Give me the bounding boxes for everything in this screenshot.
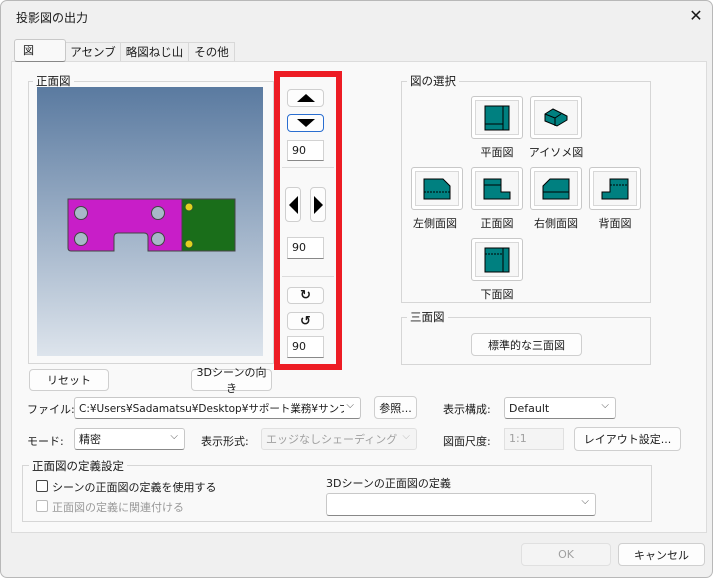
chevron-down-icon: ⌵: [581, 496, 589, 507]
triangle-right-icon: [313, 195, 323, 214]
left-view-button[interactable]: [411, 167, 463, 210]
top-view-label: 平面図: [480, 146, 514, 159]
right-view-icon: [542, 178, 570, 199]
isometric-view-icon: [544, 107, 568, 127]
link-def-checkbox[interactable]: [36, 500, 48, 512]
triangle-down-icon: [296, 119, 315, 127]
bottom-view-icon: [484, 247, 510, 272]
rotate-down-button[interactable]: [287, 114, 324, 132]
front-view-label: 正面図: [480, 217, 514, 230]
dialog: 投影図の出力 ✕ 図 アセンブリ 略図ねじ山 その他 正面図 リセット 3Dシー…: [0, 0, 713, 578]
use-scene-label: シーンの正面図の定義を使用する: [52, 481, 217, 494]
scene-def-select[interactable]: ⌵: [326, 493, 596, 516]
close-icon[interactable]: ✕: [685, 5, 707, 27]
mode-value: 精密: [79, 433, 101, 446]
preview-viewport[interactable]: [37, 87, 263, 356]
left-view-label: 左側面図: [413, 217, 457, 230]
triangle-up-icon: [296, 94, 315, 102]
divider: [282, 276, 334, 277]
vertical-angle-input[interactable]: 90: [287, 140, 324, 161]
bottom-view-button[interactable]: [471, 238, 523, 281]
isometric-view-label: アイソメ図: [528, 146, 584, 159]
chevron-down-icon: ⌵: [170, 431, 178, 442]
rotate-ccw-icon: ↺: [300, 313, 311, 329]
ok-button[interactable]: OK: [521, 543, 611, 566]
rotate-right-button[interactable]: [310, 187, 326, 222]
front-def-label: 正面図の定義設定: [29, 458, 127, 474]
rotate-up-button[interactable]: [287, 89, 324, 107]
divider: [282, 167, 334, 168]
display-config-value: Default: [509, 401, 550, 415]
use-scene-checkbox[interactable]: [36, 480, 48, 492]
mode-select[interactable]: 精密 ⌵: [74, 428, 185, 450]
roll-angle-input[interactable]: 90: [287, 336, 324, 358]
standard-three-view-button[interactable]: 標準的な三面図: [471, 333, 582, 356]
window-title: 投影図の出力: [16, 11, 89, 25]
view-select-label: 図の選択: [407, 73, 459, 89]
rotate-cw-button[interactable]: ↻: [287, 287, 324, 304]
tab-view[interactable]: 図: [14, 39, 66, 62]
scene-orientation-button[interactable]: 3Dシーンの向き: [191, 366, 272, 395]
cancel-button[interactable]: キャンセル: [618, 543, 705, 566]
chevron-down-icon: ⌵: [346, 400, 354, 411]
rotate-ccw-button[interactable]: ↺: [287, 312, 324, 330]
tab-thread[interactable]: 略図ねじ山: [120, 42, 189, 62]
rotate-left-button[interactable]: [285, 187, 301, 222]
front-view-icon: [483, 178, 511, 199]
horizontal-angle-input[interactable]: 90: [287, 237, 324, 259]
display-config-select[interactable]: Default ⌵: [504, 397, 616, 419]
display-config-label: 表示構成:: [443, 403, 491, 416]
scene-def-label: 3Dシーンの正面図の定義: [326, 477, 451, 490]
rotate-cw-icon: ↻: [300, 288, 311, 303]
chevron-down-icon: ⌵: [402, 431, 410, 442]
file-label: ファイル:: [27, 403, 75, 416]
file-select[interactable]: C:¥Users¥Sadamatsu¥Desktop¥サポート業務¥サンプル ⌵: [74, 397, 361, 419]
three-view-label: 三面図: [407, 309, 448, 325]
tab-assembly[interactable]: アセンブリ: [65, 42, 121, 77]
part-preview: [67, 198, 236, 252]
layout-settings-button[interactable]: レイアウト設定...: [574, 427, 681, 451]
right-view-button[interactable]: [530, 167, 582, 210]
right-view-label: 右側面図: [534, 217, 578, 230]
file-value: C:¥Users¥Sadamatsu¥Desktop¥サポート業務¥サンプル: [79, 402, 344, 415]
link-def-label: 正面図の定義に関連付ける: [52, 501, 184, 514]
back-view-icon: [601, 178, 629, 199]
chevron-down-icon: ⌵: [601, 400, 609, 411]
back-view-button[interactable]: [589, 167, 641, 210]
mode-label: モード:: [27, 435, 64, 448]
display-style-value: エッジなしシェーディング: [266, 433, 398, 446]
tab-other[interactable]: その他: [188, 42, 235, 62]
top-view-icon: [484, 105, 510, 130]
bottom-view-label: 下面図: [480, 288, 514, 301]
isometric-view-button[interactable]: [530, 96, 582, 139]
display-style-label: 表示形式:: [201, 435, 249, 448]
front-view-button[interactable]: [471, 167, 523, 210]
left-view-icon: [423, 178, 451, 199]
top-view-button[interactable]: [471, 96, 523, 139]
scale-label: 図面尺度:: [443, 435, 491, 448]
scale-input[interactable]: 1:1: [504, 428, 564, 450]
browse-button[interactable]: 参照...: [374, 396, 417, 419]
display-style-select[interactable]: エッジなしシェーディング ⌵: [261, 428, 417, 450]
triangle-left-icon: [288, 195, 298, 214]
reset-button[interactable]: リセット: [29, 369, 109, 391]
back-view-label: 背面図: [598, 217, 632, 230]
